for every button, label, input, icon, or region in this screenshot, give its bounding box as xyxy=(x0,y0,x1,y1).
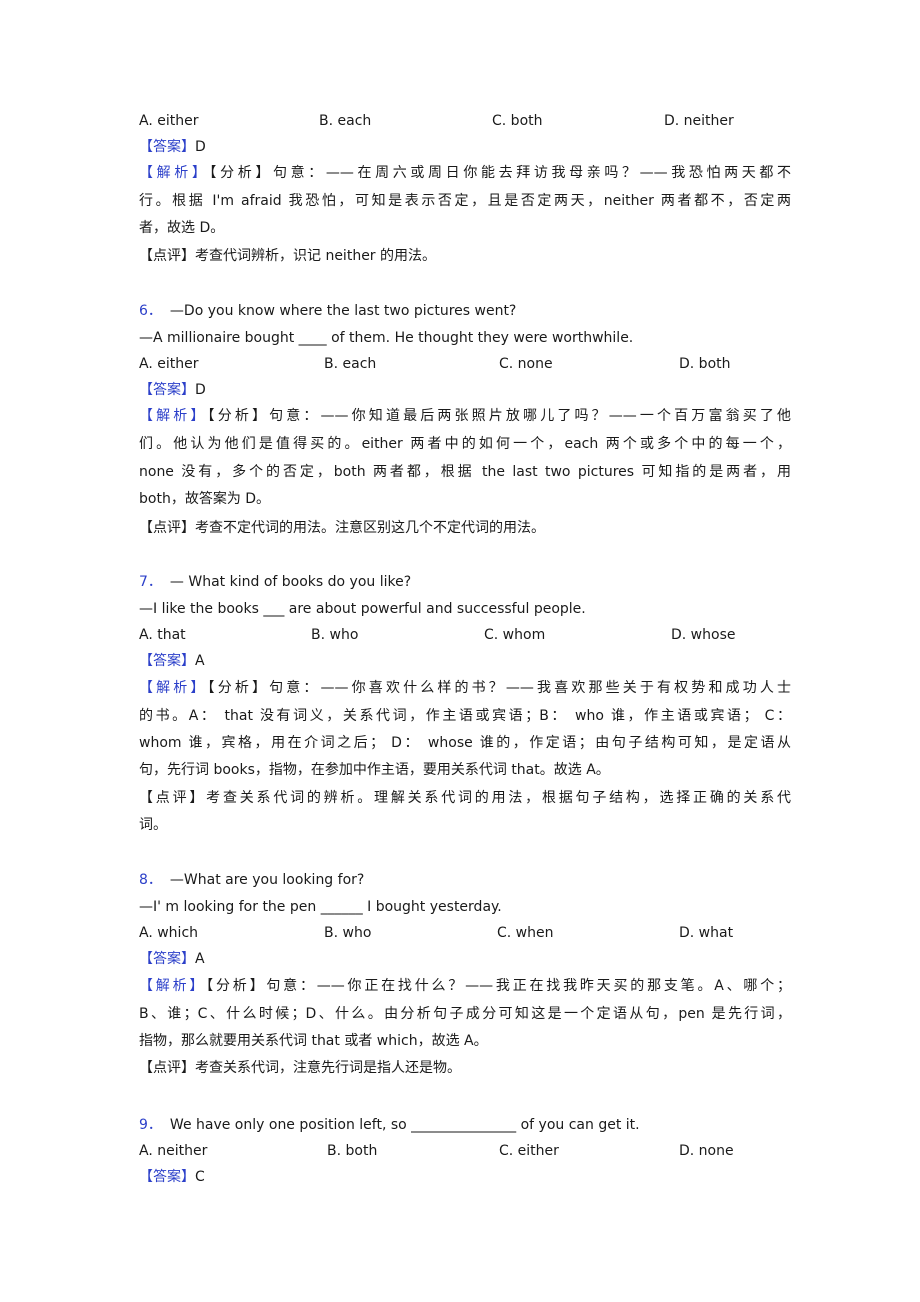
q7-comment-line-2: 词。 xyxy=(139,817,167,833)
q8-option-c: C. when xyxy=(497,925,554,941)
q9-answer: 【答案】C xyxy=(139,1167,205,1187)
q9-option-b: B. both xyxy=(327,1143,378,1159)
q7-answer: 【答案】A xyxy=(139,651,205,671)
q7-option-a: A. that xyxy=(139,627,186,643)
q8-analysis-line-3: 指物，那么就要用关系代词 that 或者 which，故选 A。 xyxy=(139,1033,488,1049)
q6-option-a: A. either xyxy=(139,356,199,372)
q7-analysis-line-3: whom 谁，宾格，用在介词之后； D： whose 谁的，作定语；由句子结构可… xyxy=(139,735,791,751)
q9-question-line-1: 9． We have only one position left, so ___… xyxy=(139,1115,640,1135)
analysis-text: 【分析】句意：——你知道最后两张照片放哪儿了吗？——一个百万富翁买了他 xyxy=(207,408,792,424)
q5-option-a: A. either xyxy=(139,113,199,129)
answer-value: A xyxy=(195,951,205,967)
q5-analysis-line-2: 行。根据 I'm afraid 我恐怕，可知是表示否定，且是否定两天，neith… xyxy=(139,193,791,209)
analysis-text: 【分析】句意：——在周六或周日你能去拜访我母亲吗？——我恐怕两天都不 xyxy=(209,165,791,181)
answer-value: C xyxy=(195,1169,205,1185)
q6-analysis-line-3: none 没有，多个的否定，both 两者都，根据 the last two p… xyxy=(139,464,791,480)
analysis-label: 【解析】 xyxy=(139,408,208,424)
answer-label: 【答案】 xyxy=(139,139,195,155)
q7-analysis-line-2: 的书。A： that 没有词义，关系代词，作主语或宾语；B： who 谁，作主语… xyxy=(139,708,791,724)
q7-question-line-2: —I like the books ___ are about powerful… xyxy=(139,601,586,617)
q7-option-c: C. whom xyxy=(484,627,546,643)
q5-option-c: C. both xyxy=(492,113,543,129)
q5-option-b: B. each xyxy=(319,113,372,129)
q8-answer: 【答案】A xyxy=(139,949,205,969)
q9-option-d: D. none xyxy=(679,1143,734,1159)
question-number: 7． xyxy=(139,574,162,590)
q6-question-line-1: 6． —Do you know where the last two pictur… xyxy=(139,301,516,321)
analysis-label: 【解析】 xyxy=(139,165,210,181)
answer-label: 【答案】 xyxy=(139,653,195,669)
q9-option-a: A. neither xyxy=(139,1143,208,1159)
analysis-label: 【解析】 xyxy=(139,680,208,696)
answer-value: D xyxy=(195,139,206,155)
q6-option-d: D. both xyxy=(679,356,731,372)
analysis-label: 【解析】 xyxy=(139,978,207,994)
q6-analysis-line-4: both，故答案为 D。 xyxy=(139,491,271,507)
q7-analysis-line-4: 句，先行词 books，指物，在参加中作主语，要用关系代词 that。故选 A。 xyxy=(139,762,610,778)
q7-question-line-1: 7． — What kind of books do you like? xyxy=(139,572,411,592)
q7-option-d: D. whose xyxy=(671,627,736,643)
q5-analysis-line-1: 【解析】【分析】句意：——在周六或周日你能去拜访我母亲吗？——我恐怕两天都不 xyxy=(139,163,791,183)
q8-comment: 【点评】考查关系代词，注意先行词是指人还是物。 xyxy=(139,1060,461,1076)
q8-question-line-2: —I' m looking for the pen ______ I bough… xyxy=(139,899,502,915)
q8-analysis-line-2: B、谁；C、什么时候；D、什么。由分析句子成分可知这是一个定语从句，pen 是先… xyxy=(139,1006,791,1022)
q7-option-b: B. who xyxy=(311,627,359,643)
q6-answer: 【答案】D xyxy=(139,380,206,400)
answer-value: A xyxy=(195,653,205,669)
question-number: 6． xyxy=(139,303,162,319)
q7-comment-line-1: 【点评】考查关系代词的辨析。理解关系代词的用法，根据句子结构，选择正确的关系代 xyxy=(139,790,791,806)
q9-option-c: C. either xyxy=(499,1143,559,1159)
question-number: 9． xyxy=(139,1117,162,1133)
q5-option-d: D. neither xyxy=(664,113,734,129)
answer-label: 【答案】 xyxy=(139,951,195,967)
question-number: 8． xyxy=(139,872,162,888)
q6-analysis-line-2: 们。他认为他们是值得买的。either 两者中的如何一个，each 两个或多个中… xyxy=(139,436,791,452)
q8-analysis-line-1: 【解析】【分析】句意：——你正在找什么？——我正在找我昨天买的那支笔。A、哪个； xyxy=(139,976,791,996)
question-text: —What are you looking for? xyxy=(169,872,365,888)
question-text: — What kind of books do you like? xyxy=(169,574,412,590)
question-text: We have only one position left, so _____… xyxy=(169,1117,640,1133)
answer-value: D xyxy=(195,382,206,398)
q6-option-b: B. each xyxy=(324,356,377,372)
question-text: —Do you know where the last two pictures… xyxy=(169,303,517,319)
q6-analysis-line-1: 【解析】【分析】句意：——你知道最后两张照片放哪儿了吗？——一个百万富翁买了他 xyxy=(139,406,791,426)
q8-option-d: D. what xyxy=(679,925,734,941)
q6-comment: 【点评】考查不定代词的用法。注意区别这几个不定代词的用法。 xyxy=(139,520,545,536)
q5-comment: 【点评】考查代词辨析，识记 neither 的用法。 xyxy=(139,248,437,264)
answer-label: 【答案】 xyxy=(139,382,195,398)
q7-analysis-line-1: 【解析】【分析】句意：——你喜欢什么样的书？——我喜欢那些关于有权势和成功人士 xyxy=(139,678,791,698)
q6-question-line-2: —A millionaire bought ____ of them. He t… xyxy=(139,330,634,346)
q5-answer: 【答案】D xyxy=(139,137,206,157)
q6-option-c: C. none xyxy=(499,356,553,372)
analysis-text: 【分析】句意：——你喜欢什么样的书？——我喜欢那些关于有权势和成功人士 xyxy=(207,680,792,696)
answer-label: 【答案】 xyxy=(139,1169,195,1185)
q8-option-a: A. which xyxy=(139,925,199,941)
q5-analysis-line-3: 者，故选 D。 xyxy=(139,220,225,236)
q8-question-line-1: 8． —What are you looking for? xyxy=(139,870,364,890)
analysis-text: 【分析】句意：——你正在找什么？——我正在找我昨天买的那支笔。A、哪个； xyxy=(206,978,792,994)
q8-option-b: B. who xyxy=(324,925,372,941)
